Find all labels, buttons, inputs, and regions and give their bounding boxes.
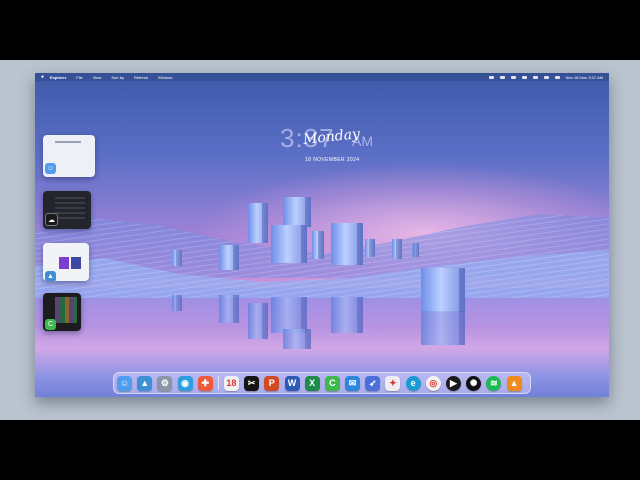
cube [283,197,311,227]
cube-reflection [219,295,239,323]
explorer-icon: ☺ [45,163,56,174]
cube [331,223,363,265]
cube-reflection [421,311,465,345]
cube-reflection [248,303,268,339]
dock-wechat-icon[interactable]: C [324,375,340,391]
stage-window-dark-app[interactable]: ☁ [43,191,91,229]
cube-reflection [283,329,311,349]
dock-mail-icon[interactable]: ✉ [345,375,361,391]
dock-word-icon[interactable]: W [284,375,300,391]
dock-spotify-icon[interactable]: ≋ [486,375,502,391]
menu-bar: ● Explorer File View Sort by Refresh Win… [35,73,609,81]
dock-media-player-icon[interactable]: ▶ [446,375,461,391]
stage-window-media[interactable]: C [43,293,81,331]
dock-maps-icon[interactable]: ✦ [385,375,401,391]
dark-app-icon: ☁ [45,213,58,226]
cube [271,225,307,263]
menu-file[interactable]: File [76,75,82,80]
dock-rocket-icon[interactable]: ➶ [365,375,381,391]
cube [248,203,268,243]
menu-sort-by[interactable]: Sort by [111,75,124,80]
apple-icon[interactable]: ● [41,74,44,80]
gallery-image [71,257,81,269]
dock-settings-icon[interactable]: ⚙ [157,375,173,391]
cube-reflection [271,297,307,333]
wifi-icon[interactable] [521,75,527,79]
stage-window-gallery[interactable]: ▲ [43,243,89,281]
clock-date: 18 NOVEMBER 2024 [305,157,360,163]
control-center-icon[interactable] [554,75,560,79]
dock-tools-icon[interactable]: ✚ [197,375,213,391]
stage-window-explorer[interactable]: ☺ [43,135,95,177]
dock-separator [217,376,219,390]
wechat-icon: C [45,319,56,330]
menu-datetime[interactable]: Nov 18 Mon 3:37 AM [566,75,603,80]
menu-tray: Nov 18 Mon 3:37 AM [483,75,603,80]
window-content [55,197,85,219]
cube-reflection [331,297,363,333]
menu-window[interactable]: Window [158,75,172,80]
menu-view[interactable]: View [93,75,102,80]
dock-finder-icon[interactable]: ☺ [117,375,132,391]
cube [219,245,239,270]
dock-chrome-icon[interactable]: ◎ [425,375,441,391]
gallery-icon: ▲ [45,271,56,281]
cube [365,239,375,257]
cube [172,250,182,266]
dock-calendar-icon[interactable]: 18 [223,375,239,391]
dock: ☺ ▲ ⚙ ◉ ✚ 18 ✂ P W X C ✉ ➶ ✦ e ◎ ▶ ✺ ≋ ▲ [113,372,531,394]
search-icon[interactable] [543,75,549,79]
dock-vlc-icon[interactable]: ▲ [506,375,522,391]
battery-icon[interactable] [510,75,516,79]
cube [392,239,402,259]
window-toolbar [55,141,81,143]
cube-reflection [172,295,182,311]
tray-icon[interactable] [488,75,494,79]
cube [421,268,465,312]
cube [412,243,419,257]
menu-app-name[interactable]: Explorer [50,75,66,80]
dock-edge-icon[interactable]: e [405,375,421,391]
gallery-image [59,257,69,269]
menu-refresh[interactable]: Refresh [134,75,148,80]
tray-icon[interactable] [499,75,505,79]
dock-powerpoint-icon[interactable]: P [264,375,280,391]
dock-openai-icon[interactable]: ✺ [466,375,482,391]
media-tiles [55,297,77,323]
dock-excel-icon[interactable]: X [304,375,320,391]
desktop-screen: ● Explorer File View Sort by Refresh Win… [35,73,609,397]
dock-capcut-icon[interactable]: ✂ [244,375,260,391]
dock-camera-icon[interactable]: ◉ [177,375,193,391]
dock-gallery-icon[interactable]: ▲ [137,375,153,391]
clock-widget: 3:37 AM Monday 18 NOVEMBER 2024 [275,123,385,163]
volume-icon[interactable] [532,75,538,79]
cube [312,231,324,259]
